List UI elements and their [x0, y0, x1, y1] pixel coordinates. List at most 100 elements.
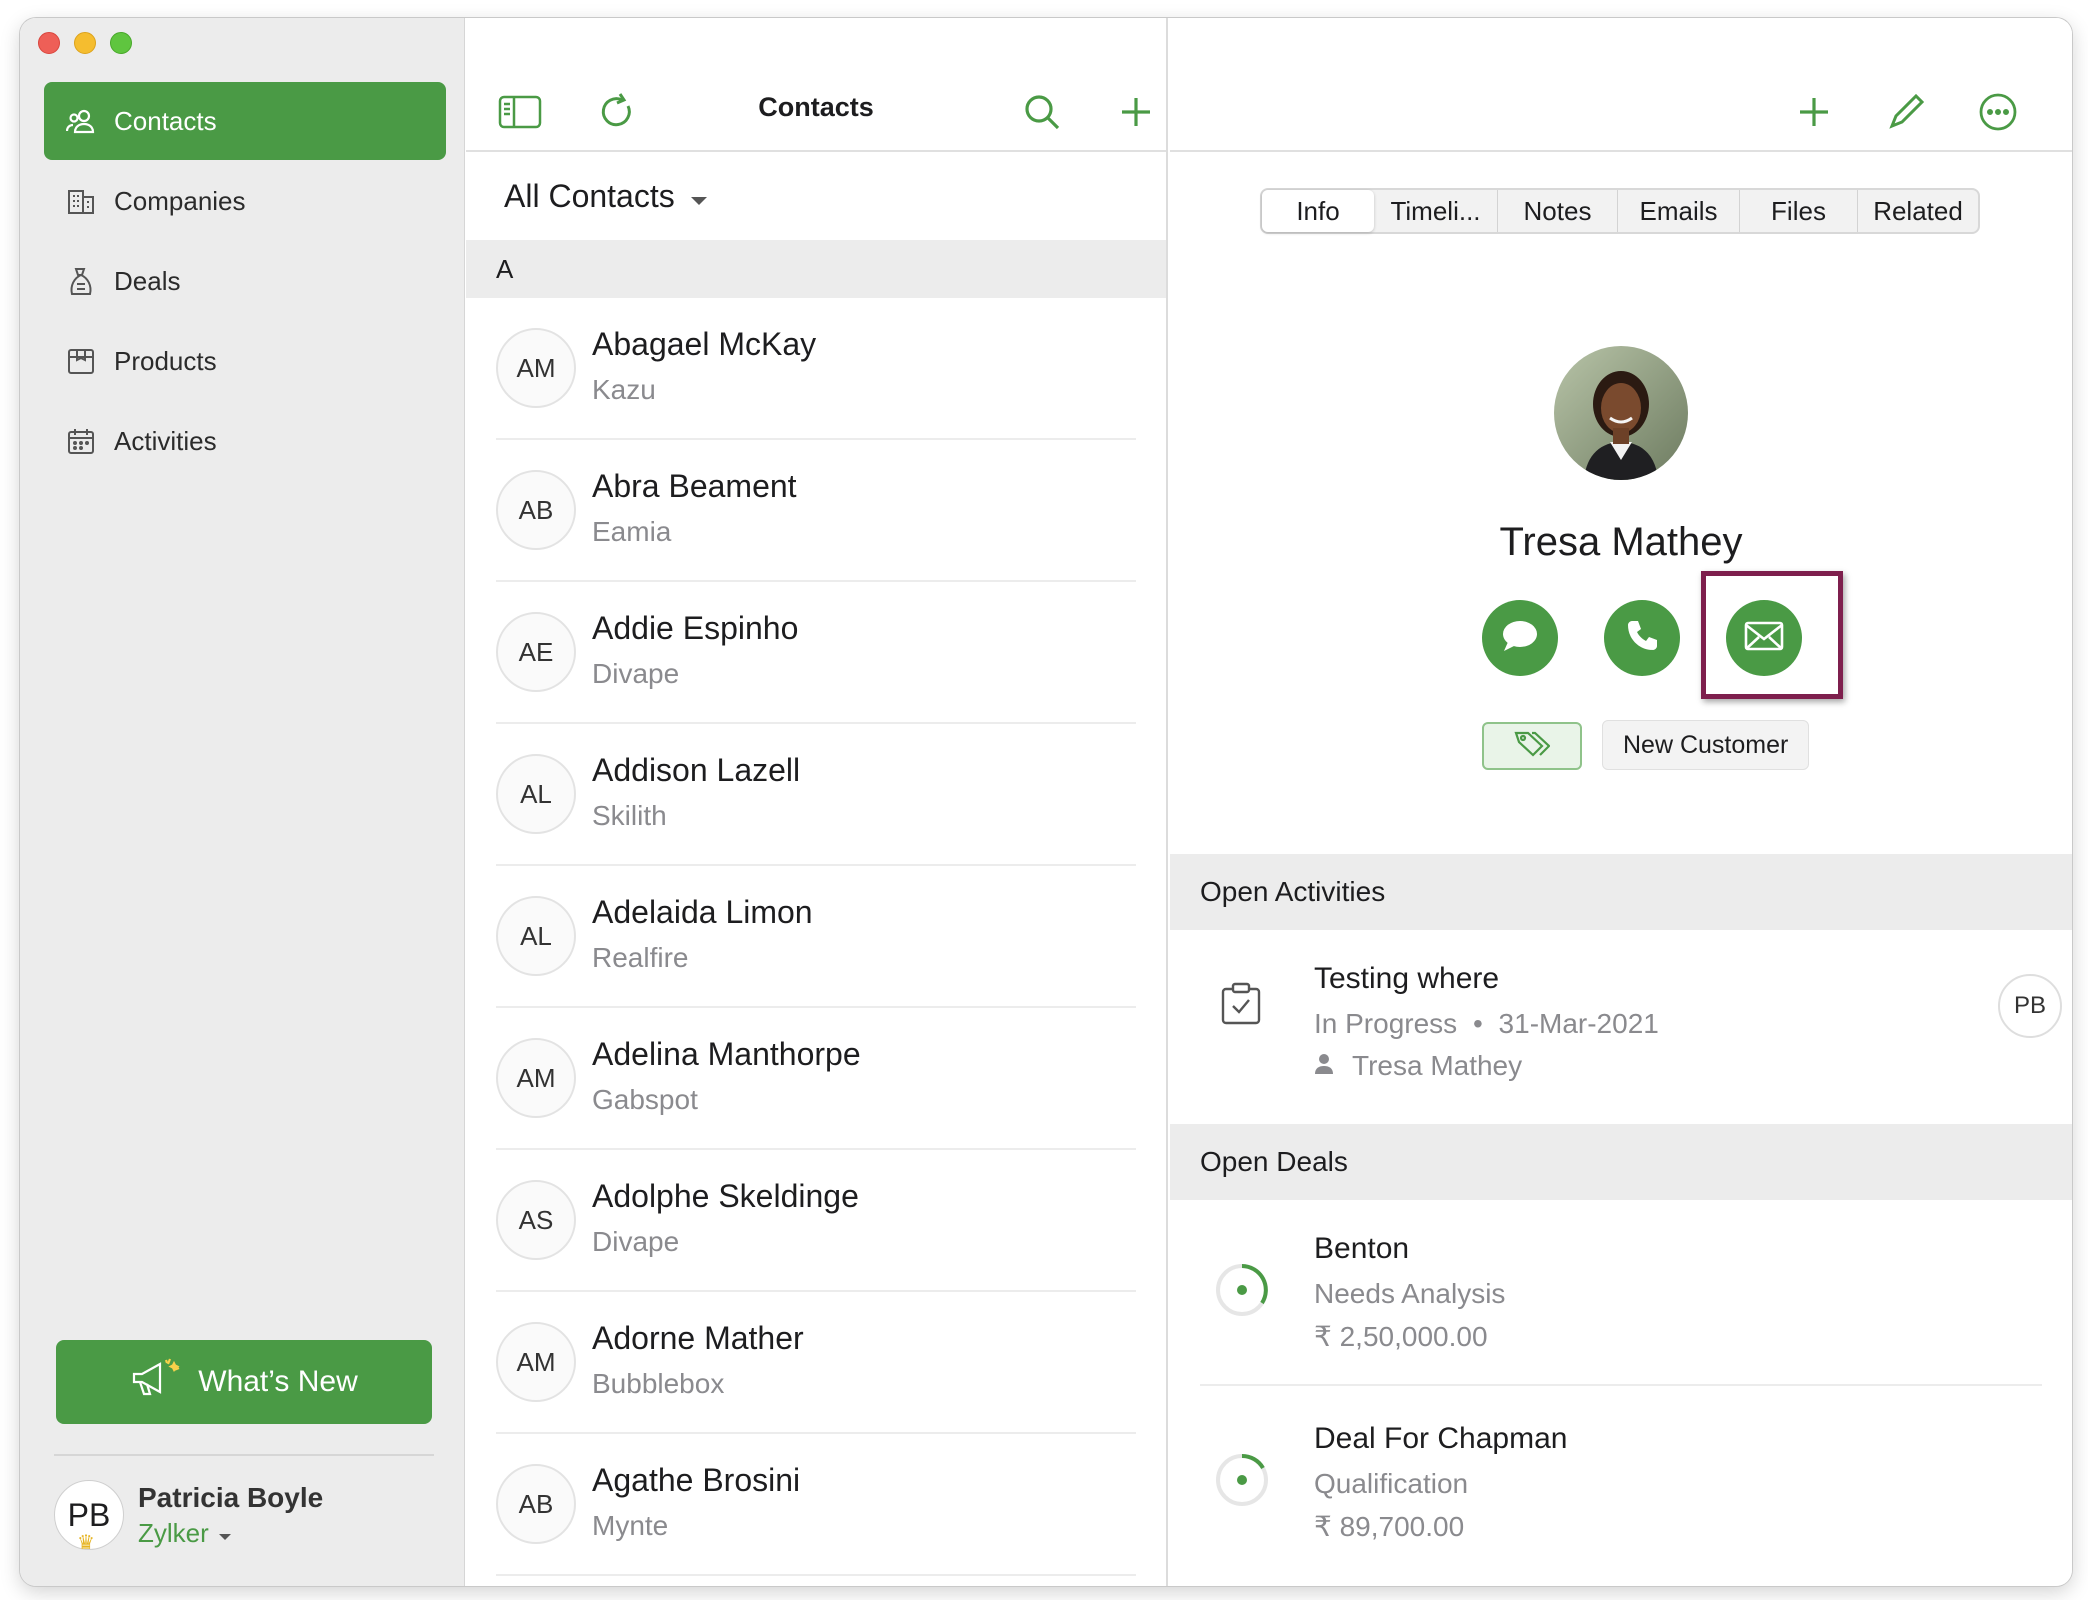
sidebar-item-label: Products [114, 345, 217, 376]
activity-title: Testing where [1314, 962, 1500, 995]
contact-name-heading: Tresa Mathey [1499, 520, 1743, 564]
deal-amount: ₹ 89,700.00 [1314, 1511, 1465, 1542]
deal-amount: ₹ 2,50,000.00 [1314, 1321, 1488, 1352]
minimize-window-button[interactable] [74, 32, 96, 54]
owner-avatar: PB [1998, 974, 2062, 1038]
contact-name: Adorne Mather [592, 1320, 804, 1356]
contact-company: Realfire [592, 942, 689, 973]
contact-name: Adelina Manthorpe [592, 1036, 861, 1072]
tab-emails[interactable]: Emails [1618, 190, 1740, 232]
add-contact-icon[interactable] [1114, 90, 1158, 134]
contact-avatar: AM [496, 1322, 576, 1402]
deals-icon [64, 264, 98, 298]
contact-name: Addison Lazell [592, 752, 801, 788]
close-window-button[interactable] [38, 32, 60, 54]
row-divider [1200, 1384, 2042, 1386]
activity-status: In Progress [1314, 1008, 1458, 1039]
tab-notes[interactable]: Notes [1498, 190, 1618, 232]
org-name: Zylker [138, 1517, 209, 1548]
contact-photo [1554, 346, 1688, 480]
list-item[interactable]: AL Addison Lazell Skilith [466, 724, 1166, 866]
contact-avatar: AB [496, 470, 576, 550]
deal-stage-progress-icon [1214, 1262, 1270, 1323]
contact-avatar: AM [496, 1038, 576, 1118]
contact-company: Divape [592, 658, 680, 689]
contact-name: Agathe Brosini [592, 1462, 801, 1498]
deal-stage: Needs Analysis [1314, 1278, 1506, 1309]
products-icon [64, 344, 98, 378]
org-switcher[interactable]: Zylker [138, 1518, 323, 1549]
deal-title: Deal For Chapman [1314, 1422, 1568, 1455]
contact-list: AM Abagael McKay Kazu AB Abra Beament Ea… [466, 298, 1166, 1576]
sidebar-item-contacts[interactable]: Contacts [44, 82, 446, 160]
user-profile[interactable]: PB ♛ Patricia Boyle Zylker [54, 1480, 324, 1554]
section-header: A [466, 240, 1166, 298]
tab-timeline[interactable]: Timeli... [1374, 190, 1498, 232]
contact-company: Gabspot [592, 1084, 698, 1115]
edit-pencil-icon[interactable] [1884, 90, 1928, 134]
tab-related[interactable]: Related [1858, 190, 1978, 232]
contacts-icon [64, 104, 98, 138]
activity-status-row: In Progress • 31-Mar-2021 [1314, 1008, 1659, 1040]
filter-label: All Contacts [504, 177, 675, 214]
activity-related-name: Tresa Mathey [1352, 1050, 1523, 1081]
deal-stage: Qualification [1314, 1468, 1469, 1499]
tag-button[interactable] [1482, 722, 1582, 770]
contact-company: Kazu [592, 374, 656, 405]
sidebar-item-companies[interactable]: Companies [44, 162, 446, 240]
list-item[interactable]: AM Adorne Mather Bubblebox [466, 1292, 1166, 1434]
contact-company: Bubblebox [592, 1368, 725, 1399]
contact-avatar: AE [496, 612, 576, 692]
sidebar-nav: Contacts Companies Deals Products Activi… [44, 82, 446, 482]
call-button[interactable] [1604, 600, 1680, 676]
list-item[interactable]: AB Abra Beament Eamia [466, 440, 1166, 582]
search-icon[interactable] [1020, 90, 1064, 134]
activity-related-row: Tresa Mathey [1314, 1050, 1522, 1082]
list-item[interactable]: AE Addie Espinho Divape [466, 582, 1166, 724]
message-button[interactable] [1482, 600, 1558, 676]
contact-company: Mynte [592, 1510, 669, 1541]
list-item[interactable]: AL Adelaida Limon Realfire [466, 866, 1166, 1008]
megaphone-icon [130, 1358, 184, 1406]
tab-files[interactable]: Files [1740, 190, 1858, 232]
tag-chip[interactable]: New Customer [1602, 720, 1810, 770]
open-deals-header: Open Deals [1170, 1124, 2072, 1200]
list-toolbar: Contacts [466, 18, 1166, 152]
avatar-initials: PB [67, 1496, 111, 1533]
contact-avatar: AL [496, 754, 576, 834]
contact-avatar: AB [496, 1464, 576, 1544]
user-name: Patricia Boyle [138, 1481, 324, 1513]
contact-name: Abra Beament [592, 468, 797, 504]
add-icon[interactable] [1792, 90, 1836, 134]
tab-info[interactable]: Info [1262, 190, 1374, 232]
caret-down-icon [689, 178, 709, 215]
contact-name: Adolphe Skeldinge [592, 1178, 859, 1214]
sidebar-item-activities[interactable]: Activities [44, 402, 446, 480]
deal-title: Benton [1314, 1232, 1410, 1265]
sidebar-item-products[interactable]: Products [44, 322, 446, 400]
contact-name: Addie Espinho [592, 610, 799, 646]
contact-filter-dropdown[interactable]: All Contacts [466, 152, 1166, 240]
avatar[interactable]: PB ♛ [54, 1480, 124, 1554]
whats-new-button[interactable]: What’s New [56, 1340, 432, 1424]
sidebar-item-deals[interactable]: Deals [44, 242, 446, 320]
zoom-window-button[interactable] [110, 32, 132, 54]
list-item[interactable]: AS Adolphe Skeldinge Divape [466, 1150, 1166, 1292]
contact-detail-panel: Info Timeli... Notes Emails Files Relate… [1170, 18, 2072, 1586]
sidebar-item-label: Contacts [114, 105, 217, 136]
sidebar-divider [54, 1454, 434, 1456]
contact-name: Adelaida Limon [592, 894, 813, 930]
list-item[interactable]: AM Abagael McKay Kazu [466, 298, 1166, 440]
window-controls [38, 32, 132, 54]
sidebar-item-label: Activities [114, 425, 217, 456]
list-item[interactable]: AM Adelina Manthorpe Gabspot [466, 1008, 1166, 1150]
chevron-down-icon [217, 1518, 233, 1549]
task-clipboard-icon [1220, 982, 1262, 1031]
list-item[interactable]: AB Agathe Brosini Mynte [466, 1434, 1166, 1576]
chat-bubble-icon [1500, 618, 1540, 659]
contact-list-panel: Contacts All Contacts A AM Abagael McKay… [466, 18, 1168, 1586]
activity-date: 31-Mar-2021 [1498, 1008, 1659, 1039]
phone-icon [1624, 618, 1660, 659]
more-options-icon[interactable] [1976, 90, 2020, 134]
bullet-separator: • [1472, 1008, 1483, 1039]
